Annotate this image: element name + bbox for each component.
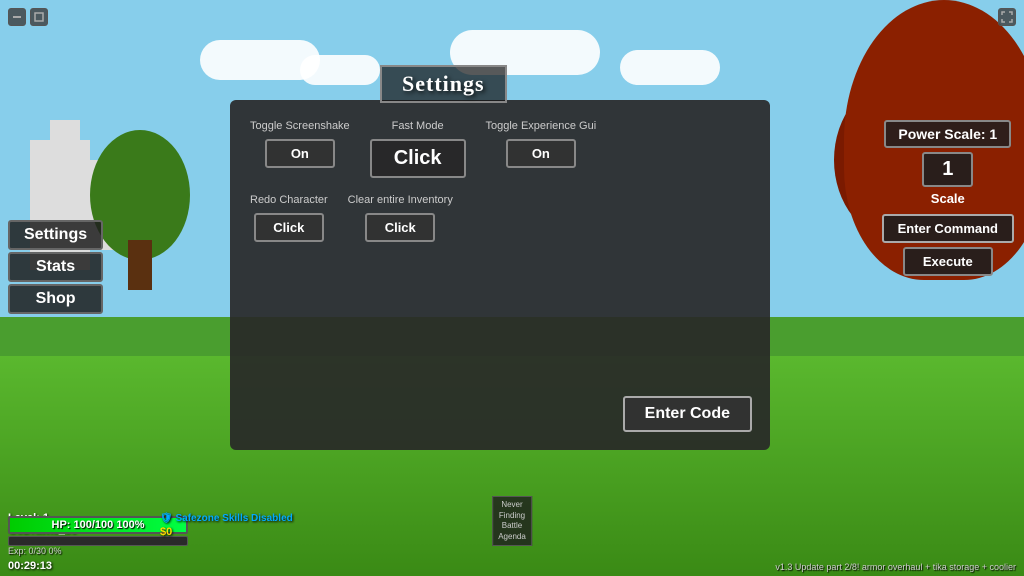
exp-text: Exp: 0/30 0% — [8, 546, 188, 556]
enter-code-button[interactable]: Enter Code — [623, 396, 752, 432]
clear-inventory-button[interactable]: Click — [365, 213, 435, 242]
safezone-notice: 🛡 Safezone Skills Disabled — [160, 513, 293, 524]
toggle-experience-button[interactable]: On — [506, 139, 576, 168]
version-text: v1.3 Update part 2/8! armor overhaul + t… — [775, 562, 1016, 572]
tree-left-trunk — [128, 240, 152, 290]
toggle-screenshake-label: Toggle Screenshake — [250, 120, 350, 133]
clear-inventory-label: Clear entire Inventory — [348, 194, 453, 207]
power-scale-value: 1 — [922, 152, 973, 187]
hp-text: HP: 100/100 100% — [52, 519, 145, 531]
settings-title: Settings — [380, 65, 507, 103]
left-sidebar: Settings Stats Shop — [8, 220, 103, 314]
settings-row-2: Redo Character Click Clear entire Invent… — [250, 194, 750, 242]
sidebar-shop-button[interactable]: Shop — [8, 284, 103, 314]
money-display: $0 — [160, 526, 172, 538]
fast-mode-item: Fast Mode Click — [370, 120, 466, 178]
execute-button[interactable]: Execute — [903, 247, 993, 276]
scale-label: Scale — [931, 191, 965, 206]
settings-panel: Toggle Screenshake On Fast Mode Click To… — [230, 100, 770, 450]
window-controls — [8, 8, 48, 26]
enter-command-button[interactable]: Enter Command — [882, 214, 1014, 243]
sidebar-stats-button[interactable]: Stats — [8, 252, 103, 282]
redo-character-button[interactable]: Click — [254, 213, 324, 242]
safezone-text: 🛡 Safezone Skills Disabled — [160, 513, 293, 524]
never-finding-battle-icon: Never Finding Battle Agenda — [492, 496, 532, 546]
window-minimize[interactable] — [8, 8, 26, 26]
redo-character-item: Redo Character Click — [250, 194, 328, 242]
fast-mode-label: Fast Mode — [392, 120, 444, 133]
fullscreen-button[interactable] — [998, 8, 1016, 26]
settings-row-1: Toggle Screenshake On Fast Mode Click To… — [250, 120, 750, 178]
clear-inventory-item: Clear entire Inventory Click — [348, 194, 453, 242]
sidebar-settings-button[interactable]: Settings — [8, 220, 103, 250]
toggle-screenshake-item: Toggle Screenshake On — [250, 120, 350, 168]
toggle-experience-item: Toggle Experience Gui On — [486, 120, 597, 168]
timer: 00:29:13 — [8, 560, 52, 572]
cloud-4 — [620, 50, 720, 85]
power-scale-label: Power Scale: 1 — [884, 120, 1011, 148]
window-icon — [30, 8, 48, 26]
toggle-experience-label: Toggle Experience Gui — [486, 120, 597, 133]
fast-mode-button[interactable]: Click — [370, 139, 466, 178]
bottom-hud: Level: 1 GsDrawls_99 HP: 100/100 100% Ex… — [0, 486, 1024, 576]
cloud-2 — [300, 55, 380, 85]
building-2 — [50, 120, 80, 230]
toggle-screenshake-button[interactable]: On — [265, 139, 335, 168]
right-panel: Power Scale: 1 1 Scale Enter Command Exe… — [882, 120, 1014, 276]
redo-character-label: Redo Character — [250, 194, 328, 207]
